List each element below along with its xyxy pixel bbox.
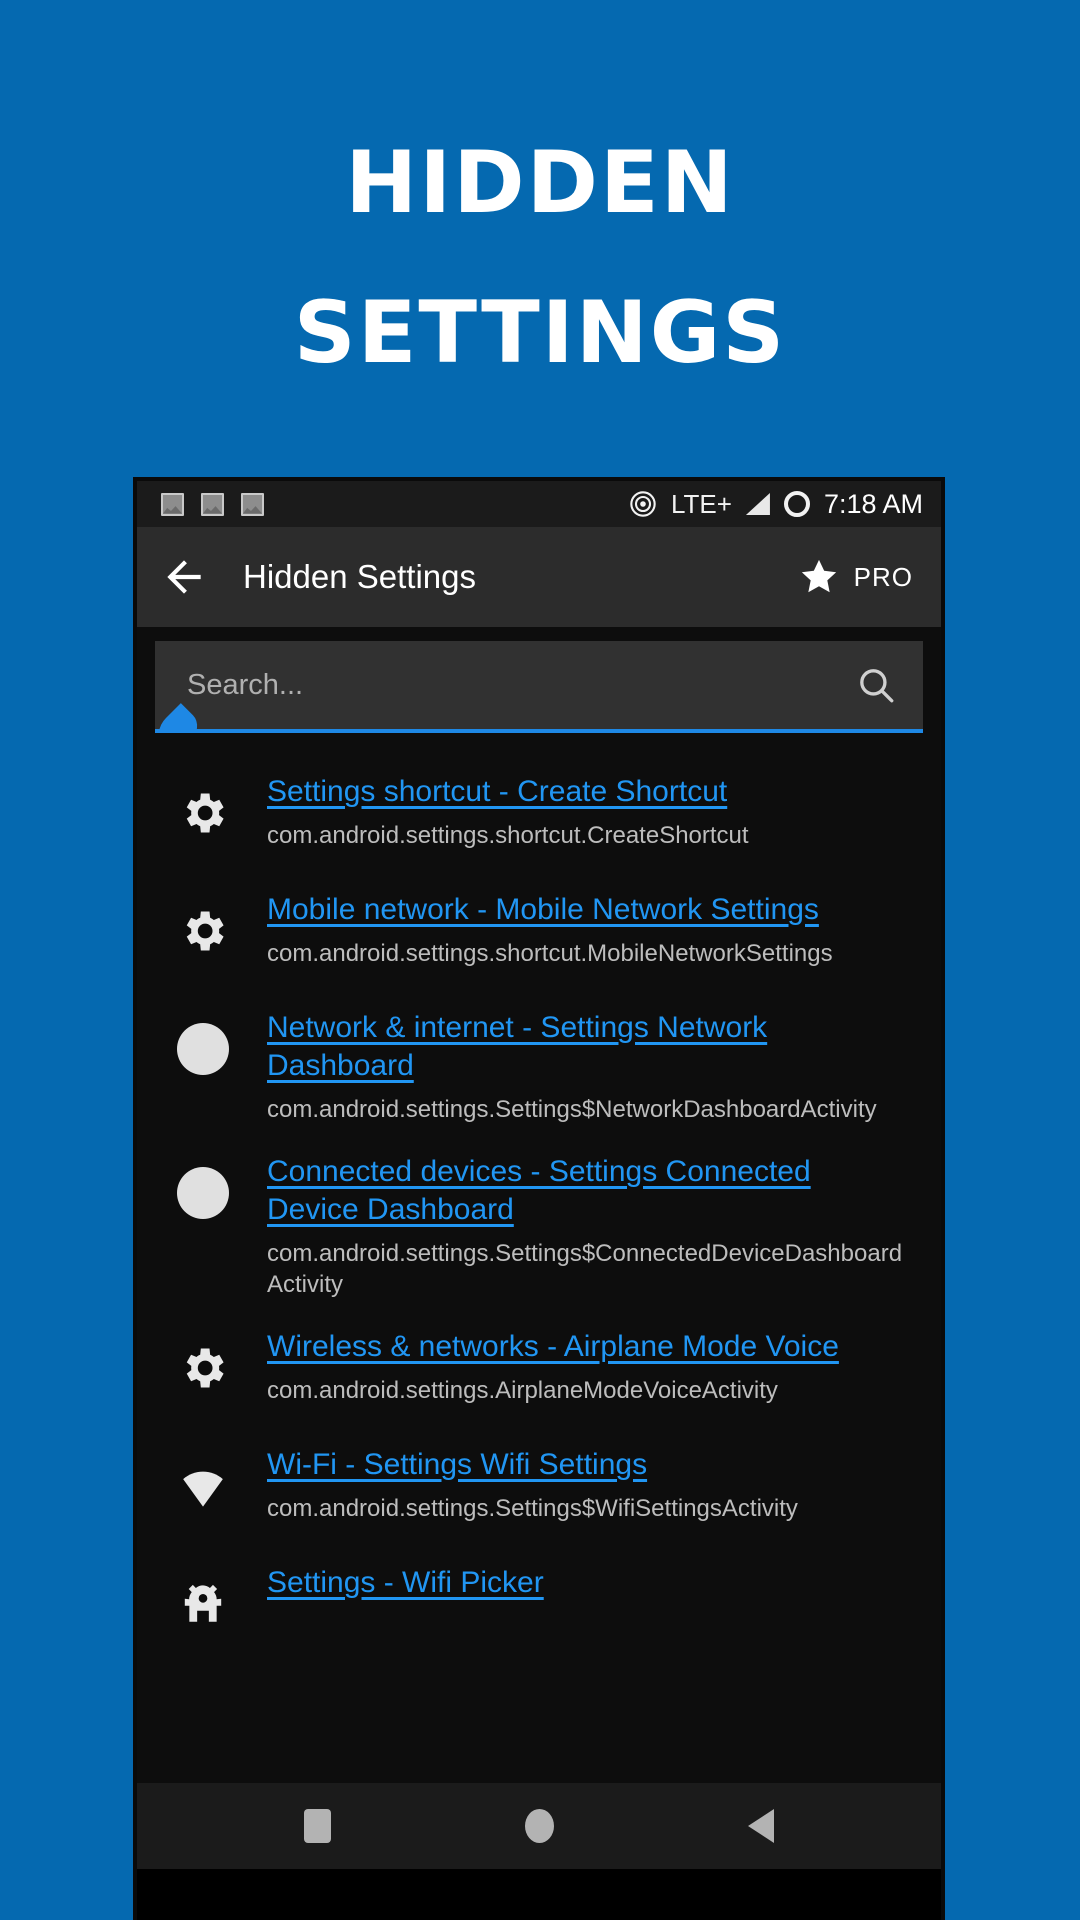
phone-mockup: LTE+ 7:18 AM Hidden Settings PRO Search.… [133,477,945,1920]
settings-list[interactable]: Settings shortcut - Create Shortcut com.… [137,733,941,1869]
list-item-subtitle: com.android.settings.Settings$WifiSettin… [267,1495,798,1522]
list-item-subtitle: com.android.settings.Settings$NetworkDas… [267,1096,877,1123]
list-item[interactable]: Settings - Wifi Picker [137,1550,941,1668]
list-item[interactable]: Wi-Fi - Settings Wifi Settings com.andro… [137,1432,941,1550]
promo-title-line-1: HIDDEN [345,133,735,233]
list-item[interactable]: Network & internet - Settings Network Da… [137,995,941,1139]
list-item-title[interactable]: Network & internet - Settings Network Da… [267,1011,767,1082]
app-bar: Hidden Settings PRO [137,527,941,627]
gear-icon [167,1328,239,1394]
list-item-title[interactable]: Wi-Fi - Settings Wifi Settings [267,1448,647,1481]
list-item-title[interactable]: Connected devices - Settings Connected D… [267,1155,811,1226]
pro-button[interactable]: PRO [798,556,913,598]
list-item-text: Mobile network - Mobile Network Settings… [239,891,919,969]
circle-icon [167,1153,239,1219]
list-item-text: Network & internet - Settings Network Da… [239,1009,919,1125]
image-icon [161,492,184,516]
image-icon [241,492,264,516]
list-item-subtitle: com.android.settings.shortcut.MobileNetw… [267,940,833,967]
list-item-text: Settings - Wifi Picker [239,1564,919,1611]
triangle-back-icon[interactable] [748,1809,774,1843]
status-bar-system: LTE+ 7:18 AM [629,489,923,520]
search-container: Search... [137,627,941,757]
gear-icon [167,773,239,839]
gear-icon [167,891,239,957]
list-item[interactable]: Mobile network - Mobile Network Settings… [137,877,941,995]
status-bar-clock: 7:18 AM [823,488,923,519]
signal-bars-icon [745,493,770,515]
list-item-subtitle: com.android.settings.shortcut.CreateShor… [267,822,749,849]
image-icon [201,492,224,516]
wifi-icon [167,1446,239,1516]
list-item[interactable]: Connected devices - Settings Connected D… [137,1139,941,1314]
page-title: Hidden Settings [243,558,476,595]
network-type-label: LTE+ [671,488,732,519]
pro-label[interactable]: PRO [854,562,913,593]
circle-icon[interactable] [525,1809,554,1843]
list-item[interactable]: Settings shortcut - Create Shortcut com.… [137,759,941,877]
promo-title: HIDDEN SETTINGS [0,108,1080,408]
circle-icon [167,1009,239,1075]
square-icon[interactable] [304,1809,331,1843]
search-placeholder: Search... [187,668,304,701]
list-item-title[interactable]: Settings shortcut - Create Shortcut [267,775,727,808]
navigation-bar [137,1783,941,1869]
star-icon[interactable] [798,556,840,598]
list-item-text: Settings shortcut - Create Shortcut com.… [239,773,919,851]
list-item-text: Connected devices - Settings Connected D… [239,1153,919,1300]
promo-title-line-2: SETTINGS [293,283,787,383]
list-item-subtitle: com.android.settings.AirplaneModeVoiceAc… [267,1377,778,1404]
status-bar: LTE+ 7:18 AM [137,481,941,527]
hotspot-icon [629,490,657,518]
list-item[interactable]: Wireless & networks - Airplane Mode Voic… [137,1314,941,1432]
gear-outline-icon [167,1564,239,1630]
list-item-title[interactable]: Wireless & networks - Airplane Mode Voic… [267,1330,839,1363]
search-icon[interactable] [855,664,897,706]
list-item-text: Wi-Fi - Settings Wifi Settings com.andro… [239,1446,919,1524]
list-item-title[interactable]: Mobile network - Mobile Network Settings [267,893,819,926]
list-item-title[interactable]: Settings - Wifi Picker [267,1566,544,1599]
list-item-subtitle: com.android.settings.Settings$ConnectedD… [267,1240,903,1298]
status-bar-notifications [161,492,264,516]
search-input[interactable]: Search... [151,641,923,757]
back-arrow-icon[interactable] [159,552,209,602]
circle-icon [783,491,810,517]
list-item-text: Wireless & networks - Airplane Mode Voic… [239,1328,919,1406]
